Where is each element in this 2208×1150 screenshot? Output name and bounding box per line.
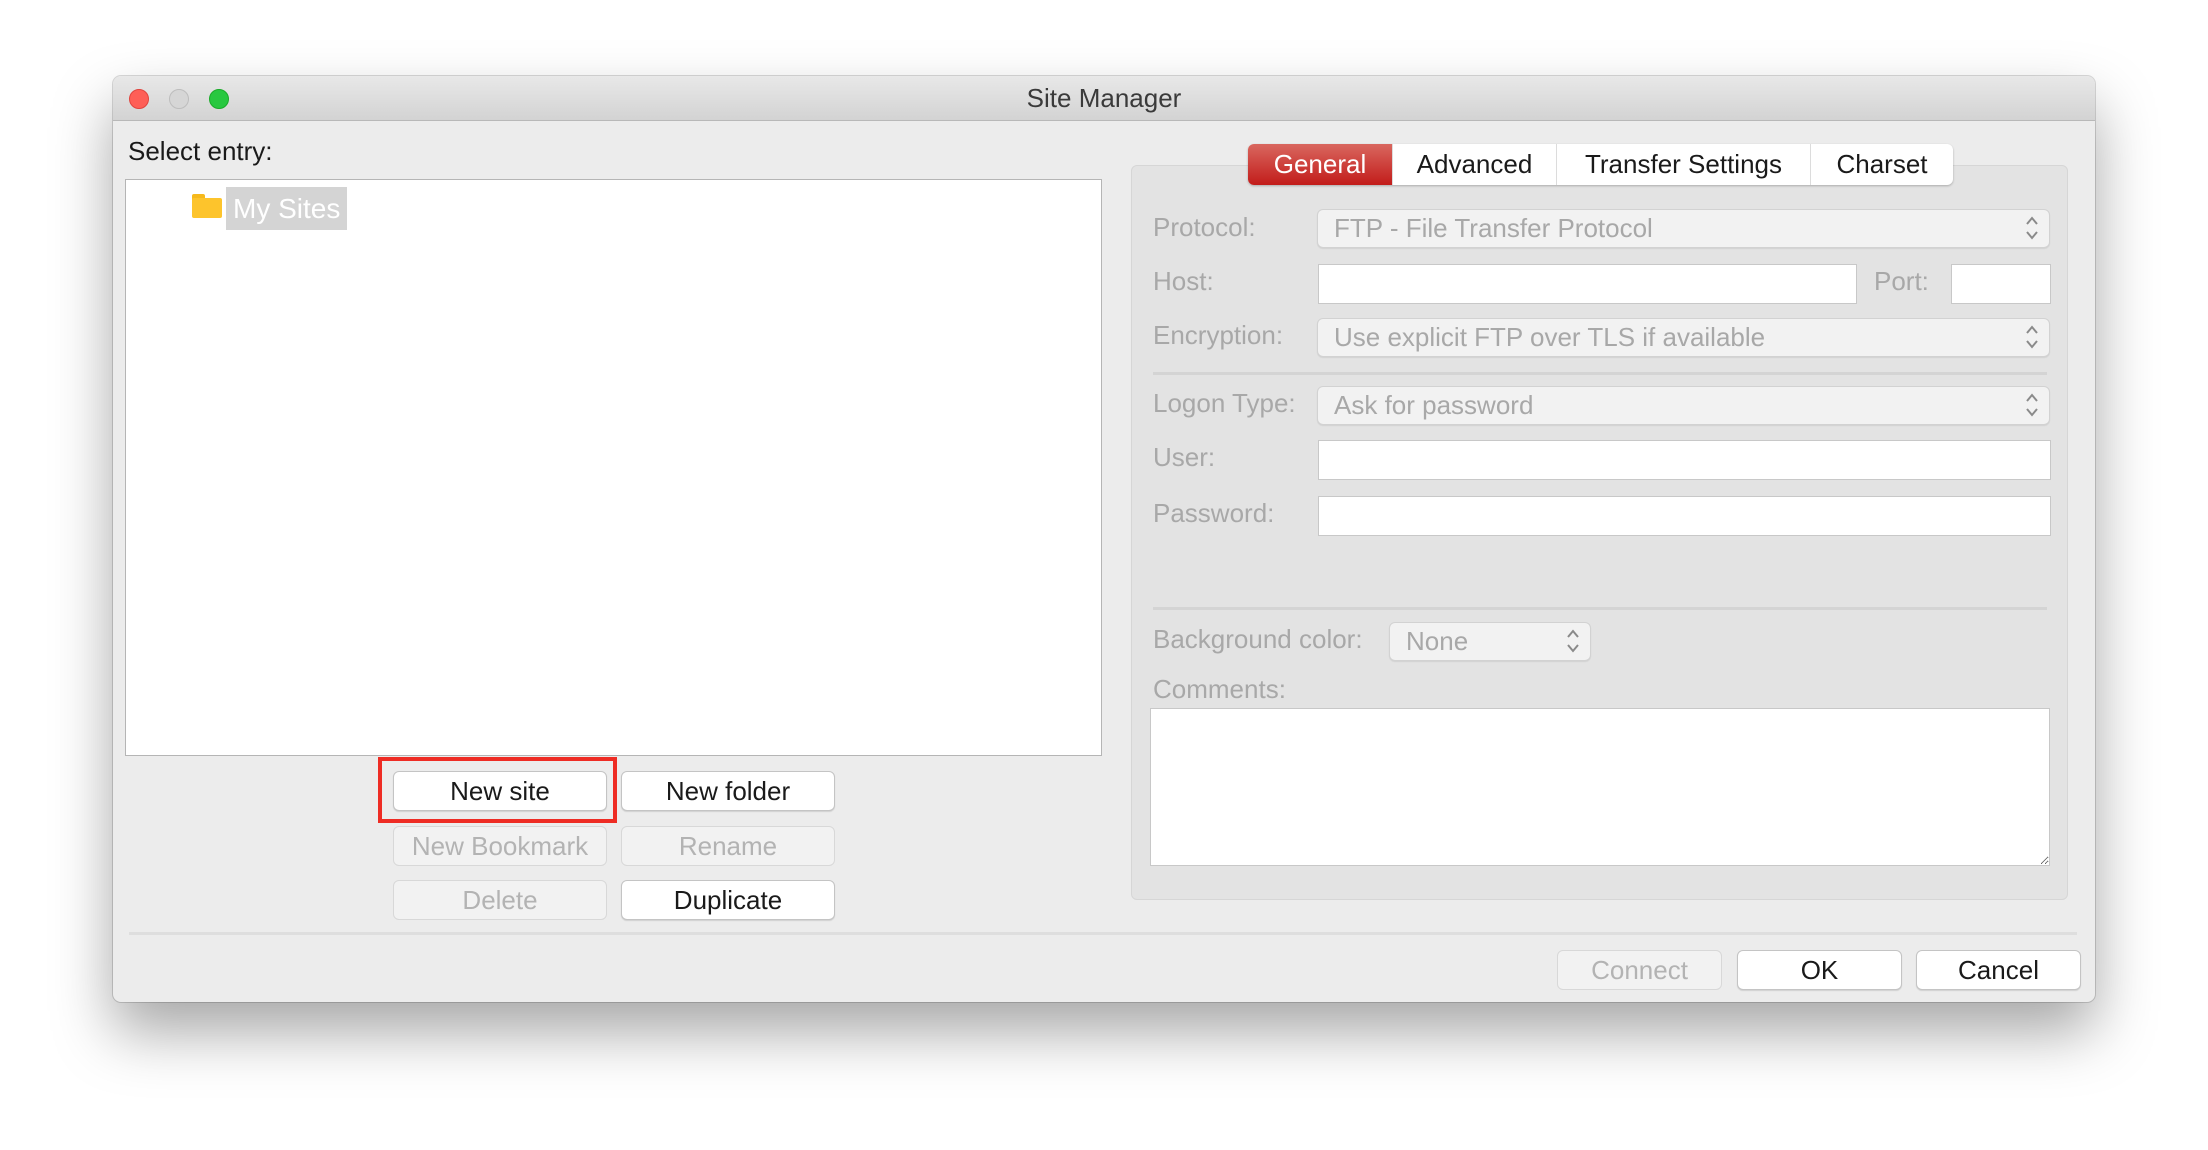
chevron-up-down-icon	[1567, 629, 1579, 653]
separator	[1153, 607, 2047, 610]
port-label: Port:	[1874, 266, 1929, 296]
settings-tabs: General Advanced Transfer Settings Chars…	[1248, 144, 1953, 185]
tab-advanced[interactable]: Advanced	[1392, 144, 1556, 185]
new-folder-button[interactable]: New folder	[621, 771, 835, 811]
delete-button[interactable]: Delete	[393, 880, 607, 920]
chevron-up-down-icon	[2026, 393, 2038, 417]
user-input[interactable]	[1318, 440, 2051, 480]
host-input[interactable]	[1318, 264, 1857, 304]
protocol-select[interactable]: FTP - File Transfer Protocol	[1317, 209, 2050, 248]
ok-button[interactable]: OK	[1737, 950, 1902, 990]
chevron-up-down-icon	[2026, 216, 2038, 240]
background-color-select[interactable]: None	[1389, 622, 1591, 661]
window-title: Site Manager	[1026, 83, 1182, 113]
tab-general[interactable]: General	[1248, 144, 1392, 185]
user-label: User:	[1153, 442, 1216, 472]
comments-textarea[interactable]	[1150, 708, 2050, 866]
comments-label: Comments:	[1153, 674, 1286, 704]
password-input[interactable]	[1318, 496, 2051, 536]
folder-icon	[192, 194, 222, 218]
background-color-value: None	[1406, 626, 1469, 656]
cancel-button[interactable]: Cancel	[1916, 950, 2081, 990]
background-color-label: Background color:	[1153, 624, 1363, 654]
logon-type-value: Ask for password	[1334, 390, 1534, 420]
duplicate-button[interactable]: Duplicate	[621, 880, 835, 920]
new-site-button[interactable]: New site	[393, 771, 607, 811]
connect-button[interactable]: Connect	[1557, 950, 1722, 990]
logon-type-label: Logon Type:	[1153, 388, 1296, 418]
separator	[1153, 372, 2047, 375]
encryption-label: Encryption:	[1153, 320, 1284, 350]
password-label: Password:	[1153, 498, 1275, 528]
tab-charset[interactable]: Charset	[1810, 144, 1953, 185]
encryption-value: Use explicit FTP over TLS if available	[1334, 322, 1766, 352]
port-input[interactable]	[1951, 264, 2051, 304]
title-bar[interactable]: Site Manager	[113, 76, 2095, 121]
encryption-select[interactable]: Use explicit FTP over TLS if available	[1317, 318, 2050, 357]
tree-item-my-sites[interactable]: My Sites	[226, 187, 348, 230]
protocol-value: FTP - File Transfer Protocol	[1334, 213, 1653, 243]
site-manager-window: Site Manager Select entry: My Sites New …	[113, 76, 2095, 1002]
protocol-label: Protocol:	[1153, 212, 1256, 242]
new-bookmark-button[interactable]: New Bookmark	[393, 826, 607, 866]
logon-type-select[interactable]: Ask for password	[1317, 386, 2050, 425]
chevron-up-down-icon	[2026, 325, 2038, 349]
tab-transfer-settings[interactable]: Transfer Settings	[1556, 144, 1810, 185]
footer-separator	[129, 932, 2077, 935]
host-label: Host:	[1153, 266, 1214, 296]
rename-button[interactable]: Rename	[621, 826, 835, 866]
site-tree[interactable]: My Sites	[125, 179, 1102, 756]
select-entry-label: Select entry:	[128, 136, 273, 166]
